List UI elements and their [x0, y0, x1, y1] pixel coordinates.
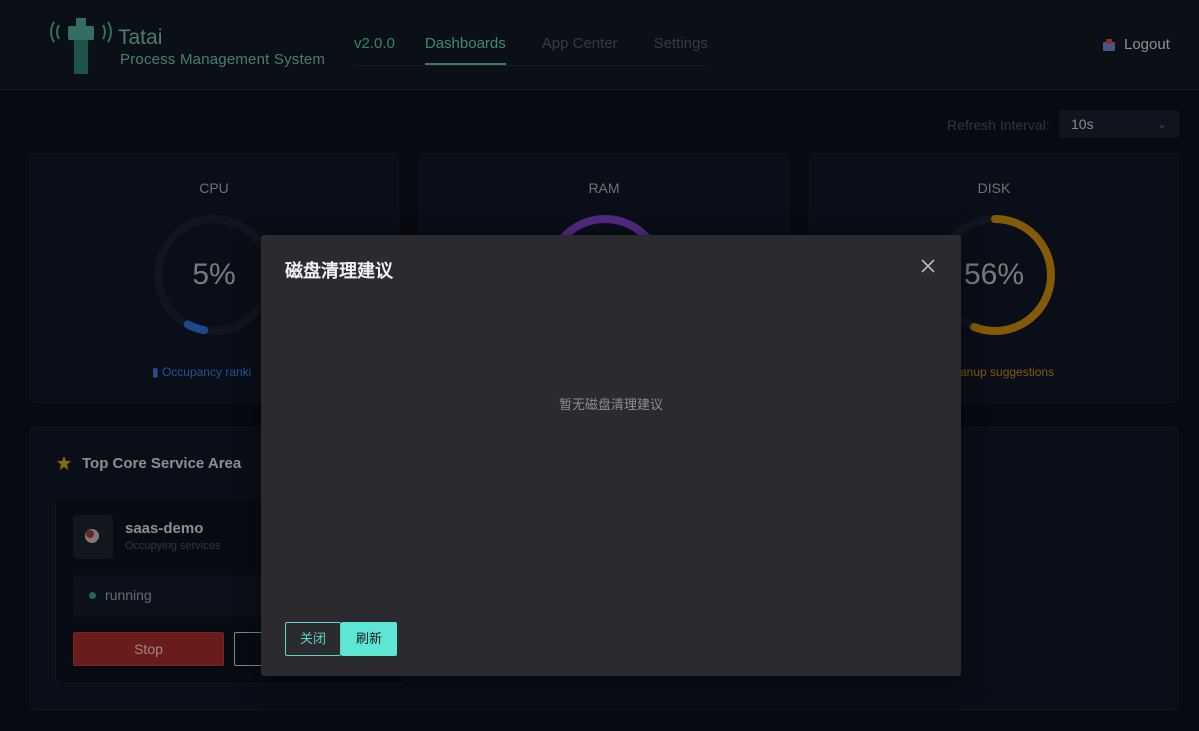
dialog-refresh-button[interactable]: 刷新: [341, 622, 397, 656]
dialog-close-button[interactable]: 关闭: [285, 622, 341, 656]
close-icon[interactable]: [921, 259, 935, 273]
disk-cleanup-dialog: 磁盘清理建议 暂无磁盘清理建议 关闭 刷新: [261, 235, 961, 676]
dialog-title: 磁盘清理建议: [285, 261, 393, 281]
dialog-empty-text: 暂无磁盘清理建议: [558, 397, 663, 412]
